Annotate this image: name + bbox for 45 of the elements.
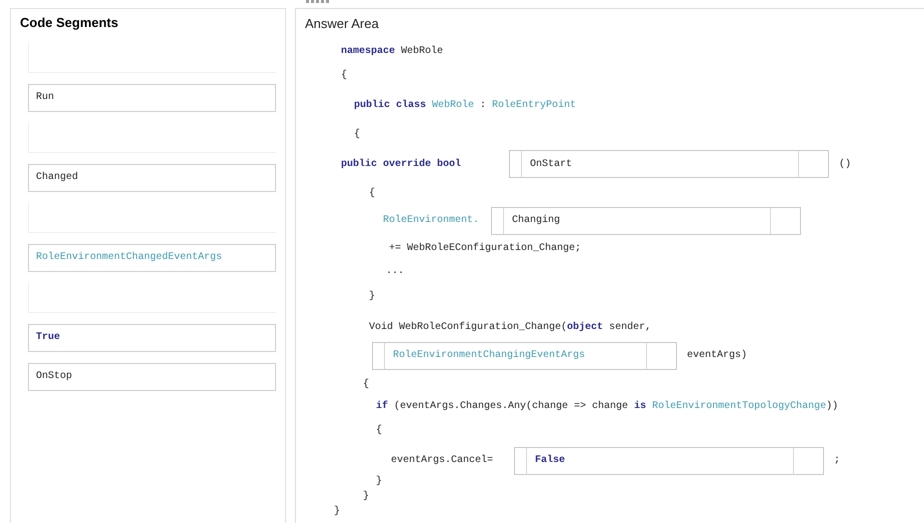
- code-token: RoleEntryPoint: [492, 98, 576, 112]
- code-token: }: [369, 290, 376, 304]
- code-token: namespace: [341, 44, 396, 58]
- code-token: public class: [354, 98, 426, 112]
- code-token: Void WebRoleConfiguration_Change(: [369, 320, 568, 334]
- code-token: RoleEnvironmentTopologyChange: [652, 400, 826, 414]
- code-token: sender,: [609, 320, 652, 334]
- code-token: eventArgs): [687, 348, 748, 363]
- code-token: {: [363, 378, 370, 392]
- code-token: ;: [834, 454, 840, 468]
- code-token: ...: [386, 264, 404, 278]
- code-token: }: [363, 490, 370, 504]
- code-token: WebRole: [432, 98, 474, 112]
- code-token: object: [567, 320, 604, 334]
- drop-target[interactable]: False: [514, 446, 824, 474]
- code-token: is: [634, 400, 646, 414]
- grip-icon[interactable]: [305, 0, 331, 4]
- code-token: (): [839, 158, 852, 172]
- code-segment[interactable]: True: [28, 324, 276, 352]
- code-token: public override bool: [341, 158, 462, 172]
- code-segment-text: OnStart: [530, 158, 572, 172]
- code-token: {: [376, 424, 382, 438]
- code-segment[interactable]: Changed: [28, 164, 276, 192]
- code-token: {: [341, 68, 348, 82]
- code-token: {: [354, 128, 360, 142]
- code-segment-text: False: [535, 454, 566, 468]
- code-token: += WebRoleEConfiguration_Change;: [389, 242, 582, 256]
- code-token: }: [334, 504, 340, 519]
- code-token: }: [376, 474, 382, 489]
- drop-target[interactable]: OnStart: [509, 150, 830, 178]
- code-segment[interactable]: OnStop: [28, 362, 276, 390]
- panel-title: Code Segments: [20, 14, 120, 32]
- code-token: RoleEnvironment.: [383, 214, 480, 228]
- code-token: WebRole: [401, 44, 444, 58]
- panel-title: Answer Area: [305, 15, 380, 33]
- code-token: )): [826, 400, 838, 414]
- code-segment-text: Changing: [512, 214, 560, 228]
- code-token: if: [376, 400, 388, 414]
- code-segment[interactable]: Run: [28, 84, 276, 112]
- code-segment-text: RoleEnvironmentChangingEventArgs: [393, 348, 586, 363]
- code-token: (eventArgs.Changes.Any(change => change: [394, 400, 628, 414]
- code-token: :: [480, 98, 486, 112]
- code-token: eventArgs.Cancel=: [391, 454, 494, 468]
- drop-target[interactable]: Changing: [491, 206, 802, 234]
- code-token: {: [369, 186, 376, 200]
